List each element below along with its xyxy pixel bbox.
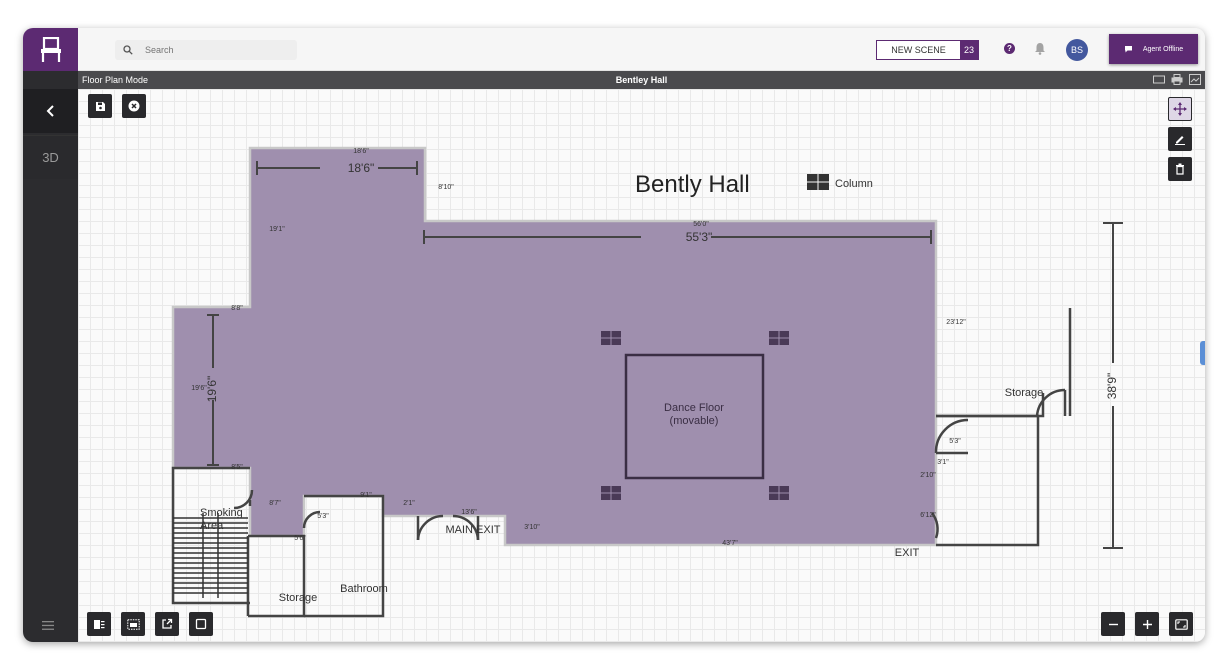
app-logo[interactable] <box>23 28 78 71</box>
mode-bar: Floor Plan Mode Bentley Hall <box>78 71 1205 89</box>
view-3d-button[interactable]: 3D <box>23 135 78 179</box>
dance-floor-sublabel: (movable) <box>670 415 719 427</box>
chair-logo-icon <box>40 36 61 62</box>
external-link-icon <box>162 618 173 629</box>
venue-title: Bentley Hall <box>615 75 668 85</box>
dimension-label: 56'0" <box>693 221 709 228</box>
dimension-label: 13'6" <box>461 509 477 516</box>
dimension-label: 6'12" <box>920 512 936 519</box>
plus-icon <box>1142 619 1152 629</box>
floor-plan-canvas[interactable]: Dance Floor (movable) Bently Hall Column <box>78 89 1205 642</box>
top-bar: NEW SCENE 23 ? BS Agent Offline <box>78 28 1205 71</box>
layers-list-icon <box>94 619 105 629</box>
search-input[interactable] <box>145 45 275 55</box>
room-label-smoking: Smoking <box>200 507 243 519</box>
hall-floor <box>171 146 938 547</box>
minus-icon <box>1108 623 1118 625</box>
search-box[interactable] <box>115 40 297 60</box>
hamburger-menu-icon[interactable] <box>42 621 54 630</box>
dimension-label: 19'6" <box>205 376 219 403</box>
floorplan-title: Bently Hall <box>635 171 750 198</box>
layers-button[interactable] <box>87 612 111 636</box>
dimension-label: 18'6" <box>348 161 375 175</box>
agent-status-button[interactable]: Agent Offline <box>1109 34 1198 64</box>
left-sidebar: 3D <box>23 71 78 642</box>
room-label-storage-left: Storage <box>279 592 318 604</box>
help-icon[interactable]: ? <box>1004 43 1015 54</box>
room-label-exit: EXIT <box>895 547 920 559</box>
user-avatar[interactable]: BS <box>1066 39 1088 61</box>
back-button[interactable] <box>23 89 78 133</box>
dimension-label: 8'5" <box>231 464 243 471</box>
new-scene-label: NEW SCENE <box>891 45 946 55</box>
dimension-label: 8'7" <box>269 500 281 507</box>
dimension-label: 8'10" <box>438 184 454 191</box>
dimension-label: 38'9" <box>1105 373 1119 400</box>
zoom-in-button[interactable] <box>1135 612 1159 636</box>
room-label-bathroom: Bathroom <box>340 583 388 595</box>
dimension-label: 3'1" <box>937 459 949 466</box>
screen-icon[interactable] <box>1153 74 1165 85</box>
room-label-smoking-area: Area <box>200 520 224 532</box>
fit-screen-button[interactable] <box>1169 612 1193 636</box>
square-icon <box>195 618 207 630</box>
room-label-main-exit: MAIN EXIT <box>445 524 500 536</box>
dimension-label: 5'3" <box>317 513 329 520</box>
dimension-label: 55'3" <box>686 230 713 244</box>
shape-tool-button[interactable] <box>189 612 213 636</box>
dimension-label: 43'7" <box>722 540 738 547</box>
dimension-label: 19'1" <box>269 226 285 233</box>
open-external-button[interactable] <box>155 612 179 636</box>
notification-bell-icon[interactable] <box>1034 42 1046 55</box>
chevron-left-icon <box>46 105 54 117</box>
floor-plan-drawing: Dance Floor (movable) Bently Hall Column <box>171 146 1123 618</box>
dimension-label: 18'6" <box>353 148 369 155</box>
agent-status-label: Agent Offline <box>1142 45 1184 53</box>
dance-floor-label: Dance Floor <box>664 402 724 414</box>
chat-bubble-icon <box>1124 46 1132 53</box>
dimension-label: 5'6" <box>294 535 306 542</box>
modebar-icons <box>1153 74 1201 85</box>
app-window: NEW SCENE 23 ? BS Agent Offline 3D <box>23 28 1205 642</box>
search-icon <box>123 45 133 55</box>
image-select-button[interactable] <box>121 612 145 636</box>
fit-screen-icon <box>1174 618 1188 630</box>
room-label-storage-right: Storage <box>1005 387 1044 399</box>
dimension-label: 2'1" <box>403 500 415 507</box>
print-icon[interactable] <box>1171 74 1183 85</box>
dimension-label: 5'3" <box>949 438 961 445</box>
legend-column-label: Column <box>835 178 873 190</box>
image-dashed-icon <box>126 618 140 630</box>
new-scene-count-badge: 23 <box>960 41 978 59</box>
dimension-label: 3'10" <box>524 524 540 531</box>
dimension-label: 23'12" <box>946 319 966 326</box>
new-scene-button[interactable]: NEW SCENE 23 <box>876 40 979 60</box>
zoom-out-button[interactable] <box>1101 612 1125 636</box>
image-export-icon[interactable] <box>1189 74 1201 85</box>
dimension-label: 8'8" <box>231 305 243 312</box>
dimension-label: 2'10" <box>920 472 936 479</box>
dimension-label: 9'1" <box>360 492 372 499</box>
